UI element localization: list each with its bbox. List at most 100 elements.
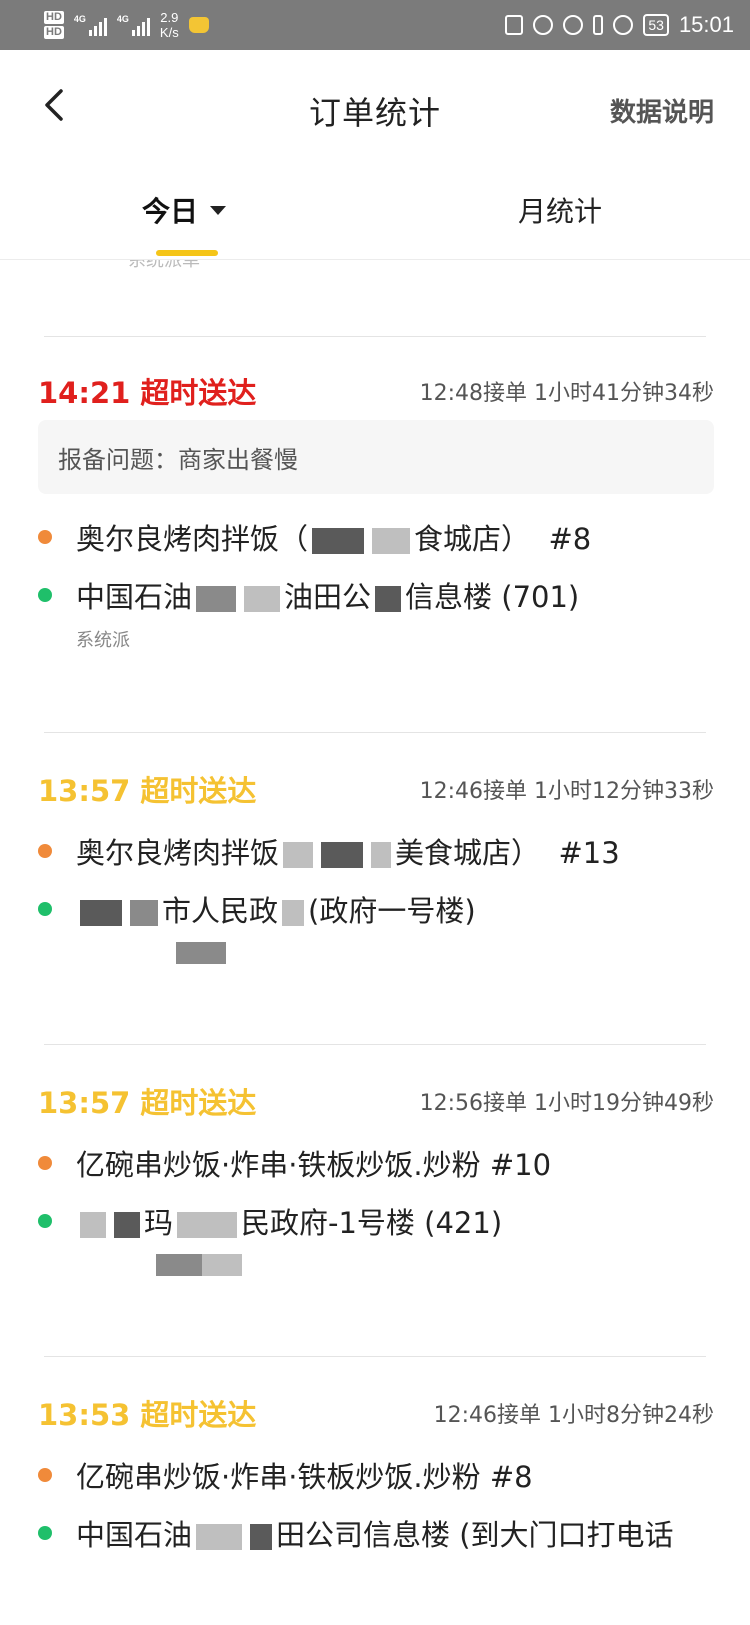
arrive-status: 13:57 超时送达 [38, 1080, 256, 1122]
address-part: 油田公 [284, 580, 372, 614]
address-row: 中国石油 田公司信息楼 (到大门口打电话 [0, 1504, 750, 1562]
address-row: 中国石油 油田公 信息楼 (701) [0, 566, 750, 624]
take-info: 12:56接单 1小时19分钟49秒 [419, 1091, 714, 1116]
vibrate-icon [593, 15, 604, 35]
redacted-block [196, 586, 237, 612]
arrive-status: 14:21 超时送达 [38, 370, 256, 412]
address: 玛 民政府-1号楼 (421) [76, 1200, 502, 1242]
divider [44, 732, 706, 733]
arrive-time: 14:21 [38, 376, 131, 410]
network-type: 4G [73, 14, 86, 24]
redacted-block [196, 1524, 243, 1550]
shop-name-part: 奥尔良烤肉拌饭（ [76, 522, 309, 556]
divider [44, 1356, 706, 1357]
redacted-block [80, 1212, 106, 1238]
order-card[interactable]: 13:57 超时送达 12:46接单 1小时12分钟33秒 奥尔良烤肉拌饭 美食城… [0, 758, 750, 972]
address: 中国石油 田公司信息楼 (到大门口打电话 [76, 1512, 674, 1554]
redacted-block [130, 900, 158, 926]
redacted-block [250, 1524, 273, 1550]
redacted-block [312, 528, 365, 554]
arrive-time: 13:57 [38, 774, 131, 808]
redacted-block [177, 1212, 238, 1238]
address: 中国石油 油田公 信息楼 (701) [76, 574, 579, 616]
redacted-block [321, 842, 364, 868]
divider [44, 336, 706, 337]
order-number: #8 [489, 1460, 533, 1494]
speed-value: 2.9 [160, 10, 179, 25]
speed-unit: K/s [159, 25, 179, 40]
arrive-status-text: 超时送达 [140, 774, 257, 808]
arrive-status-text: 超时送达 [140, 1086, 257, 1120]
network-speed: 2.9 K/s [160, 10, 179, 40]
app-header: 订单统计 数据说明 [0, 50, 750, 160]
issue-report: 报备问题：商家出餐慢 [38, 420, 714, 494]
redacted-block [156, 1254, 202, 1276]
address-row: 玛 民政府-1号楼 (421) [0, 1192, 750, 1250]
tab-month-label: 月统计 [518, 195, 603, 228]
shop-name: 亿碗串炒饭·炸串·铁板炒饭.炒粉 #8 [76, 1454, 533, 1496]
redacted-block [80, 900, 122, 926]
nfc-icon [505, 15, 524, 35]
pickup-dot-icon [38, 844, 52, 858]
dropoff-dot-icon [38, 1526, 52, 1540]
address-part: 市人民政 [162, 894, 279, 928]
headphones-icon [563, 15, 584, 35]
redacted-block [372, 528, 411, 554]
order-card[interactable]: 13:57 超时送达 12:56接单 1小时19分钟49秒 亿碗串炒饭·炸串·铁… [0, 1070, 750, 1284]
caret-down-icon [210, 205, 227, 215]
address-part: 民政府-1号楼 (421) [241, 1206, 503, 1240]
shop-name-part: 奥尔良烤肉拌饭 [76, 836, 280, 870]
redacted-block [283, 842, 314, 868]
tab-today-label: 今日 [142, 195, 199, 228]
address-part: 中国石油 [76, 580, 193, 614]
address-part: 田公司信息楼 (到大门口打电话 [276, 1518, 674, 1552]
clipped-note: 系统派单 [128, 260, 200, 271]
pickup-dot-icon [38, 1468, 52, 1482]
battery-level: 53 [648, 17, 664, 33]
divider [44, 1044, 706, 1045]
redacted-block [114, 1212, 140, 1238]
shop-row: 亿碗串炒饭·炸串·铁板炒饭.炒粉 #10 [0, 1134, 750, 1192]
arrive-time: 13:53 [38, 1398, 131, 1432]
order-number: #8 [548, 522, 592, 556]
tab-today[interactable]: 今日 [142, 190, 227, 230]
alarm-icon [533, 15, 554, 35]
data-explain-button[interactable]: 数据说明 [610, 92, 714, 129]
dropoff-dot-icon [38, 1214, 52, 1228]
arrive-status-text: 超时送达 [140, 1398, 257, 1432]
redacted-block [282, 900, 305, 926]
address: 市人民政 (政府一号楼) [76, 888, 476, 930]
network-type: 4G [116, 14, 129, 24]
signal-icon: 4G [74, 14, 107, 36]
order-list[interactable]: 系统派单 14:21 超时送达 12:48接单 1小时41分钟34秒 报备问题：… [0, 260, 750, 1625]
active-tab-indicator [156, 250, 218, 256]
dropoff-dot-icon [38, 902, 52, 916]
address-part: 信息楼 (701) [405, 580, 580, 614]
order-card[interactable]: 14:21 超时送达 12:48接单 1小时41分钟34秒 报备问题：商家出餐慢… [0, 360, 750, 658]
signal-icon: 4G [117, 14, 150, 36]
shop-name: 奥尔良烤肉拌饭（ 食城店） #8 [76, 516, 591, 558]
clock: 15:01 [678, 12, 734, 37]
redacted-block [176, 942, 226, 964]
dispatch-note [0, 938, 750, 972]
pickup-dot-icon [38, 1156, 52, 1170]
take-info: 12:48接单 1小时41分钟34秒 [419, 381, 714, 406]
app-notification-icon [188, 17, 209, 33]
take-info: 12:46接单 1小时12分钟33秒 [419, 779, 714, 804]
battery-icon: 53 [643, 14, 669, 36]
dispatch-note [0, 1250, 750, 1284]
tab-bar: 今日 月统计 [0, 160, 750, 260]
shop-name-part: 亿碗串炒饭·炸串·铁板炒饭.炒粉 [76, 1460, 481, 1494]
redacted-block [371, 842, 392, 868]
hd-label: HD [44, 11, 64, 24]
shop-name-part: 食城店） [414, 522, 531, 556]
tab-month[interactable]: 月统计 [518, 190, 602, 230]
hd-label: HD [44, 26, 64, 39]
arrive-status: 13:57 超时送达 [38, 768, 256, 810]
hd-indicator: HD HD [44, 10, 64, 40]
address-part: (政府一号楼) [308, 894, 476, 928]
shop-name: 奥尔良烤肉拌饭 美食城店） #13 [76, 830, 620, 872]
order-card[interactable]: 13:53 超时送达 12:46接单 1小时8分钟24秒 亿碗串炒饭·炸串·铁板… [0, 1382, 750, 1562]
redacted-block [244, 586, 281, 612]
pickup-dot-icon [38, 530, 52, 544]
